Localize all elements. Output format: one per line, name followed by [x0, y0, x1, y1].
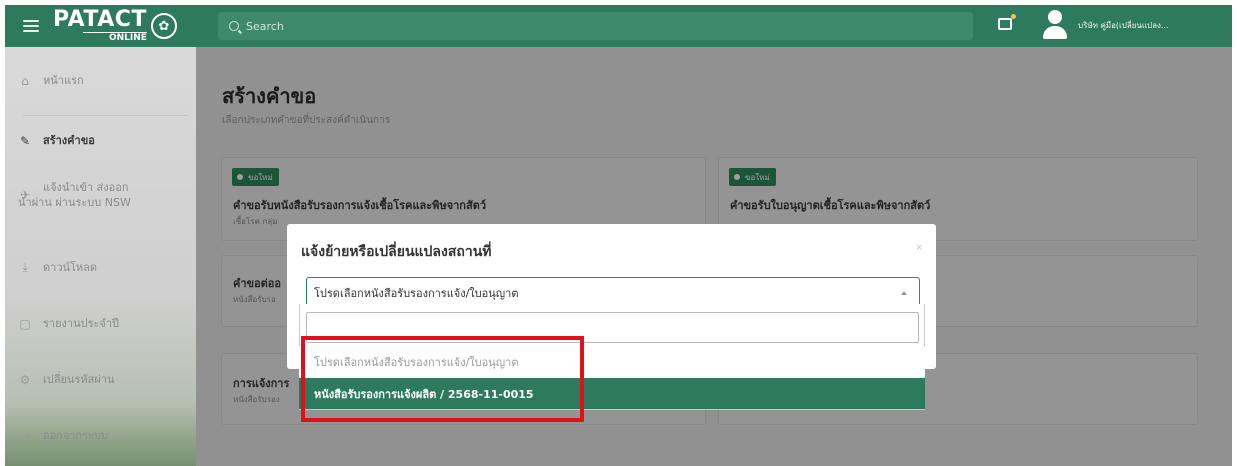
logo-sub-text: ONLINE — [82, 32, 147, 43]
sidebar-item-home[interactable]: ⌂ หน้าแรก — [5, 73, 196, 88]
sidebar-item-label: เปลี่ยนรหัสผ่าน — [43, 373, 115, 386]
dropdown-search-input[interactable] — [306, 312, 919, 343]
search-icon — [229, 21, 239, 31]
sidebar-item-label: รายงานประจำปี — [43, 317, 120, 330]
dropdown-option-certificate[interactable]: หนังสือรับรองการแจ้งผลิต / 2568-11-0015 — [299, 378, 925, 409]
dropdown-option-placeholder[interactable]: โปรดเลือกหนังสือรับรองการแจ้ง/ใบอนุญาต — [299, 346, 925, 377]
sidebar-item-nsw[interactable]: ✈ แจ้งนำเข้า ส่งออก นำผ่าน ผ่านระบบ NSW — [5, 180, 196, 210]
sidebar-item-annual-report[interactable]: ▢ รายงานประจำปี — [5, 316, 196, 331]
sidebar: ⌂ หน้าแรก ✎ สร้างคำขอ ✈ แจ้งนำเข้า ส่งออ… — [5, 47, 196, 466]
home-icon: ⌂ — [21, 73, 29, 88]
close-icon[interactable]: × — [915, 243, 923, 253]
select-value: โปรดเลือกหนังสือรับรองการแจ้ง/ใบอนุญาต — [314, 286, 519, 300]
document-icon: ▢ — [19, 316, 31, 331]
caret-up-icon — [901, 291, 907, 295]
hamburger-menu-icon[interactable] — [23, 20, 39, 32]
sidebar-item-label: หน้าแรก — [43, 74, 84, 87]
sidebar-item-label-line1: แจ้งนำเข้า ส่งออก — [43, 181, 129, 194]
modal-title: แจ้งย้ายหรือเปลี่ยนแปลงสถานที่ — [301, 244, 492, 260]
sidebar-item-change-password[interactable]: ⚙ เปลี่ยนรหัสผ่าน — [5, 372, 196, 387]
notification-edit-icon[interactable] — [998, 14, 1016, 30]
sidebar-item-label: สร้างคำขอ — [43, 134, 95, 147]
search-input[interactable] — [246, 19, 946, 33]
sidebar-item-logout[interactable]: ⇥ ออกจากระบบ — [5, 428, 196, 443]
gears-icon: ⚙ — [19, 372, 31, 387]
user-name[interactable]: บริษัท คู่มือ(เปลี่ยนแปลง... — [1078, 19, 1169, 32]
sidebar-item-label: ดาวน์โหลด — [43, 261, 98, 274]
patact-logo[interactable]: PATACT ONLINE ✿ — [53, 9, 177, 43]
sidebar-item-create-request[interactable]: ✎ สร้างคำขอ — [5, 133, 196, 148]
sidebar-divider — [23, 115, 188, 116]
logout-icon: ⇥ — [19, 428, 31, 443]
sidebar-item-label-line2: นำผ่าน ผ่านระบบ NSW — [18, 196, 131, 209]
download-icon: ⤓ — [22, 260, 28, 274]
top-navbar: PATACT ONLINE ✿ บริษัท คู่มือ(เปลี่ยนแปล… — [5, 5, 1232, 47]
search-bar[interactable] — [218, 12, 973, 40]
logo-main-text: PATACT — [53, 7, 147, 32]
sidebar-item-label: ออกจากระบบ — [43, 429, 108, 442]
avatar[interactable] — [1041, 10, 1069, 40]
sidebar-item-download[interactable]: ⤓ ดาวน์โหลด — [5, 260, 196, 275]
emblem-icon: ✿ — [150, 13, 177, 39]
pencil-icon: ✎ — [19, 133, 31, 148]
